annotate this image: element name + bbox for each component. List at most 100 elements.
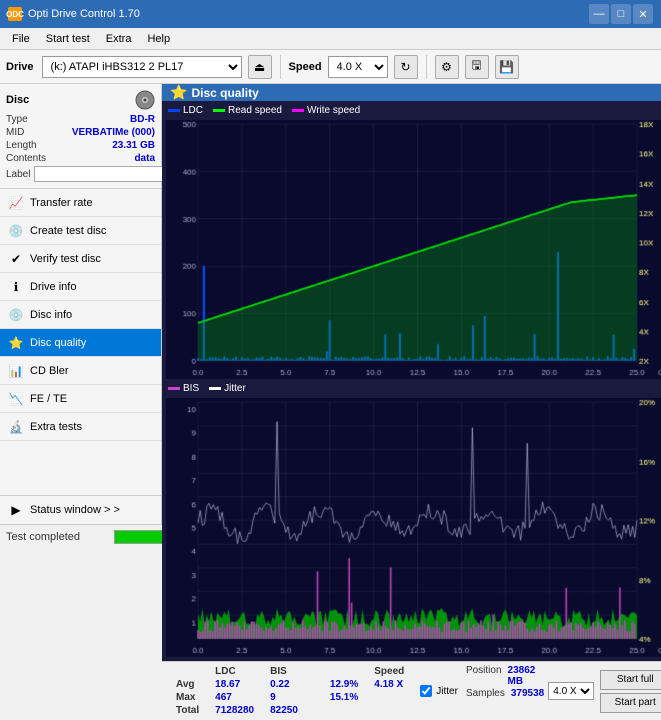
stats-max-jitter: 15.1% [322,691,366,704]
sidebar-item-drive-info-label: Drive info [30,281,76,293]
sidebar-item-cd-bler[interactable]: 📊 CD Bler [0,357,161,385]
titlebar-title: Opti Drive Control 1.70 [28,8,140,20]
bis-legend-label: BIS [183,383,199,394]
chart2-canvas [166,398,661,657]
stats-avg-label: Avg [168,678,207,691]
write-legend-item: Write speed [292,105,360,116]
stats-header-bis: BIS [262,665,306,678]
sidebar-item-drive-info[interactable]: ℹ Drive info [0,273,161,301]
sidebar-item-status-window[interactable]: ▶ Status window > > [0,496,161,524]
disc-label-label: Label [6,169,30,180]
stats-total-bis: 82250 [262,704,306,717]
speed-unit-select[interactable]: 4.0 X [548,682,594,700]
write-legend-label: Write speed [307,105,360,116]
status-window-icon: ▶ [8,502,24,518]
verify-test-disc-icon: ✔ [8,251,24,267]
position-row: Position 23862 MB [466,665,544,687]
stats-max-ldc: 467 [207,691,262,704]
samples-row: Samples 379538 [466,688,544,699]
minimize-button[interactable]: — [589,4,609,24]
eject-button[interactable]: ⏏ [248,55,272,79]
menubar: File Start test Extra Help [0,28,661,50]
chart1-container [166,120,661,379]
position-area: Position 23862 MB Samples 379538 [466,665,544,717]
stats-total-ldc: 7128280 [207,704,262,717]
drive-select[interactable]: (k:) ATAPI iHBS312 2 PL17 [42,56,242,78]
sidebar-item-disc-quality-label: Disc quality [30,337,86,349]
toolbar: Drive (k:) ATAPI iHBS312 2 PL17 ⏏ Speed … [0,50,661,84]
disc-type-row: Type BD-R [6,114,155,125]
sidebar-item-create-test-disc[interactable]: 💿 Create test disc [0,217,161,245]
main-area: Disc Type BD-R MID VERBATIMe (000) Leng [0,84,661,524]
sidebar-item-fe-te[interactable]: 📉 FE / TE [0,385,161,413]
speed-area: 4.0 X [548,665,594,717]
disc-mid-row: MID VERBATIMe (000) [6,127,155,138]
quality-header-title: Disc quality [191,86,258,100]
disc-icon [135,90,155,110]
stats-avg-speed: 4.18 X [366,678,412,691]
chart2-legend: BIS Jitter [166,383,661,394]
action-buttons-area: Start full Start part [600,665,661,717]
sidebar-item-verify-test-disc-label: Verify test disc [30,253,101,265]
disc-contents-label: Contents [6,153,46,164]
stats-header-speed: Speed [366,665,412,678]
sidebar-item-disc-quality[interactable]: ⭐ Disc quality [0,329,161,357]
jitter-checkbox[interactable] [420,685,432,697]
sidebar-item-status-window-label: Status window > > [30,504,120,516]
disc-info-icon: 💿 [8,307,24,323]
start-full-button[interactable]: Start full [600,670,661,690]
menu-help[interactable]: Help [139,31,178,47]
toolbar-separator2 [426,55,427,79]
disc-length-label: Length [6,140,37,151]
sidebar-item-transfer-rate-label: Transfer rate [30,197,93,209]
sidebar-item-extra-tests[interactable]: 🔬 Extra tests [0,413,161,441]
samples-value: 379538 [511,688,544,699]
jitter-checkbox-area: Jitter [420,665,458,717]
quality-header: ⭐ Disc quality [162,84,661,101]
stats-header-jitter [322,665,366,678]
titlebar: ODC Opti Drive Control 1.70 — □ ✕ [0,0,661,28]
disc-header-text: Disc [6,94,29,106]
content-area: ⭐ Disc quality LDC Read speed Write spee… [162,84,661,524]
disc-panel: Disc Type BD-R MID VERBATIMe (000) Leng [0,84,161,189]
menu-starttest[interactable]: Start test [38,31,98,47]
position-value: 23862 MB [508,665,545,687]
disc-type-value: BD-R [130,114,155,125]
ldc-legend-color [168,109,180,112]
start-part-button[interactable]: Start part [600,693,661,713]
stats-avg-ldc: 18.67 [207,678,262,691]
menu-file[interactable]: File [4,31,38,47]
stats-total-label: Total [168,704,207,717]
sidebar-item-cd-bler-label: CD Bler [30,365,69,377]
jitter-legend-color [209,387,221,390]
titlebar-left: ODC Opti Drive Control 1.70 [8,7,140,21]
drive-info-icon: ℹ [8,279,24,295]
sidebar-status: ▶ Status window > > [0,495,161,524]
maximize-button[interactable]: □ [611,4,631,24]
info-button[interactable]: 🖫 [465,55,489,79]
disc-label-input[interactable] [34,166,172,182]
disc-mid-label: MID [6,127,24,138]
save-button[interactable]: 💾 [495,55,519,79]
cd-bler-icon: 📊 [8,363,24,379]
speed-select[interactable]: 4.0 X [328,56,388,78]
read-legend-color [213,109,225,112]
stats-header-empty [168,665,207,678]
speed-label: Speed [289,61,322,73]
stats-bar: LDC BIS Speed Avg 18.67 0.22 12.9% 4.18 … [162,661,661,720]
bis-legend-item: BIS [168,383,199,394]
sidebar-item-create-test-disc-label: Create test disc [30,225,106,237]
sidebar-item-transfer-rate[interactable]: 📈 Transfer rate [0,189,161,217]
position-label: Position [466,665,502,687]
settings-button[interactable]: ⚙ [435,55,459,79]
charts-area: LDC Read speed Write speed BIS [162,101,661,661]
menu-extra[interactable]: Extra [98,31,140,47]
sidebar-item-disc-info[interactable]: 💿 Disc info [0,301,161,329]
stats-table: LDC BIS Speed Avg 18.67 0.22 12.9% 4.18 … [168,665,412,717]
quality-icon: ⭐ [170,84,187,101]
close-button[interactable]: ✕ [633,4,653,24]
refresh-button[interactable]: ↻ [394,55,418,79]
sidebar-item-verify-test-disc[interactable]: ✔ Verify test disc [0,245,161,273]
disc-length-value: 23.31 GB [112,140,155,151]
chart1-legend: LDC Read speed Write speed [166,105,661,116]
